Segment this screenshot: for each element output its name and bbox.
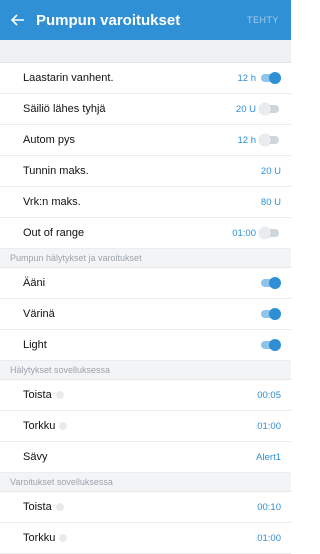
row-value: 12 h [237,134,257,146]
info-icon[interactable] [59,422,68,431]
row-label: Vrk:n maks. [23,196,81,208]
row-sound[interactable]: Ääni [0,268,291,299]
row-value: 01:00 [257,420,281,432]
info-icon[interactable] [55,503,64,512]
row-label-wrap: Torkku [23,532,257,544]
section-header-pump-alarms: Pumpun hälytykset ja varoitukset [0,249,291,268]
row-label: Autom pys [23,134,75,146]
row-value: 80 U [260,196,281,208]
row-app-warning-snooze[interactable]: Torkku 01:00 [0,523,291,554]
vibration-toggle[interactable] [259,308,281,320]
row-label: Värinä [23,308,55,320]
row-label: Säiliö lähes tyhjä [23,103,106,115]
page-title: Pumpun varoitukset [36,11,181,29]
row-light[interactable]: Light [0,330,291,361]
row-label: Toista [23,389,52,401]
row-label: Ääni [23,277,46,289]
top-spacer [0,40,291,63]
row-app-alarm-repeat[interactable]: Toista 00:05 [0,380,291,411]
out-of-range-toggle[interactable] [259,227,281,239]
row-vibration[interactable]: Värinä [0,299,291,330]
info-icon[interactable] [55,391,64,400]
row-hourly-max[interactable]: Tunnin maks. 20 U [0,156,291,187]
row-value: 00:05 [257,389,281,401]
row-label: Torkku [23,532,56,544]
row-value: 20 U [235,103,256,115]
row-value: 20 U [260,165,281,177]
row-auto-suspend[interactable]: Autom pys 12 h [0,125,291,156]
row-daily-max[interactable]: Vrk:n maks. 80 U [0,187,291,218]
row-patch-expiry[interactable]: Laastarin vanhent. 12 h [0,63,291,94]
row-label: Sävy [23,451,48,463]
row-value: 00:10 [257,501,281,513]
row-label-wrap: Torkku [23,420,257,432]
row-out-of-range[interactable]: Out of range 01:00 [0,218,291,249]
row-label: Light [23,339,47,351]
section-header-app-alarms: Hälytykset sovelluksessa [0,361,291,380]
row-label-wrap: Toista [23,501,257,513]
patch-expiry-toggle[interactable] [259,72,281,84]
row-label: Laastarin vanhent. [23,72,114,84]
row-reservoir-low[interactable]: Säiliö lähes tyhjä 20 U [0,94,291,125]
row-label: Out of range [23,227,85,239]
row-label: Toista [23,501,52,513]
row-label-wrap: Toista [23,389,257,401]
light-toggle[interactable] [259,339,281,351]
section-header-app-warnings: Varoitukset sovelluksessa [0,473,291,492]
row-value: 01:00 [232,227,256,239]
reservoir-low-toggle[interactable] [259,103,281,115]
row-label: Torkku [23,420,56,432]
sound-toggle[interactable] [259,277,281,289]
info-icon[interactable] [59,534,68,543]
row-app-alarm-snooze[interactable]: Torkku 01:00 [0,411,291,442]
row-value: 12 h [237,72,257,84]
arrow-left-icon [10,13,24,26]
row-value: Alert1 [256,451,281,463]
app-header: Pumpun varoitukset TEHTY [0,0,291,40]
row-app-alarm-tone[interactable]: Sävy Alert1 [0,442,291,473]
row-app-warning-repeat[interactable]: Toista 00:10 [0,492,291,523]
row-value: 01:00 [257,532,281,544]
done-button[interactable]: TEHTY [247,15,291,25]
auto-suspend-toggle[interactable] [259,134,281,146]
row-label: Tunnin maks. [23,165,89,177]
back-button[interactable] [0,10,36,31]
